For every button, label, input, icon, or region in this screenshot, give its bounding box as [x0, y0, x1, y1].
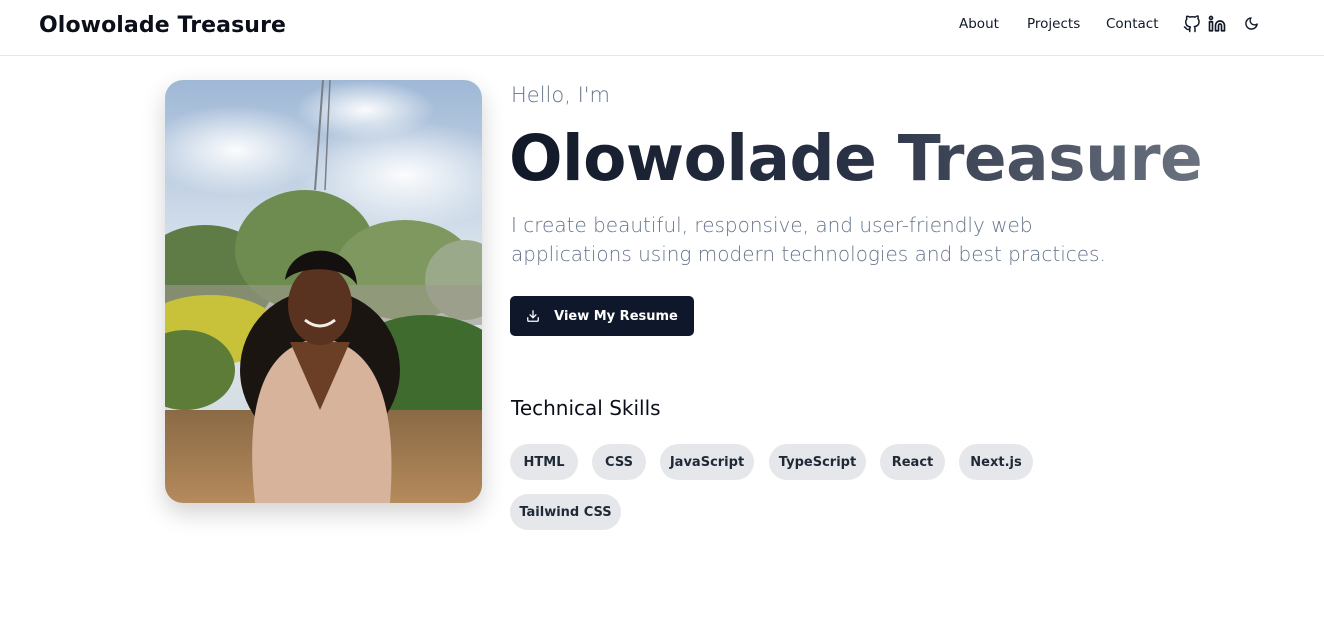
- linkedin-icon[interactable]: [1208, 15, 1226, 33]
- skill-chip-tailwind-css: Tailwind CSS: [510, 494, 621, 530]
- site-brand[interactable]: Olowolade Treasure: [39, 13, 286, 38]
- nav-link-contact[interactable]: Contact: [1106, 16, 1159, 32]
- hero-name-heading: Olowolade Treasure: [509, 122, 1203, 195]
- top-navbar: Olowolade Treasure About Projects Contac…: [0, 0, 1324, 56]
- skill-chip-typescript: TypeScript: [769, 444, 866, 480]
- skill-chip-react: React: [880, 444, 945, 480]
- hero-tagline: I create beautiful, responsive, and user…: [511, 213, 1106, 266]
- skills-heading: Technical Skills: [511, 396, 661, 420]
- skill-chip-css: CSS: [592, 444, 646, 480]
- hero-greeting: Hello, I'm: [511, 83, 611, 107]
- skill-chip-html: HTML: [510, 444, 578, 480]
- download-icon: [526, 309, 540, 323]
- moon-icon[interactable]: [1244, 16, 1259, 31]
- profile-photo: [165, 80, 482, 503]
- skill-chip-nextjs: Next.js: [959, 444, 1033, 480]
- github-icon[interactable]: [1183, 15, 1201, 33]
- view-resume-label: View My Resume: [554, 308, 678, 324]
- skill-chip-javascript: JavaScript: [660, 444, 754, 480]
- view-resume-button[interactable]: View My Resume: [510, 296, 694, 336]
- nav-link-projects[interactable]: Projects: [1027, 16, 1080, 32]
- nav-link-about[interactable]: About: [959, 16, 999, 32]
